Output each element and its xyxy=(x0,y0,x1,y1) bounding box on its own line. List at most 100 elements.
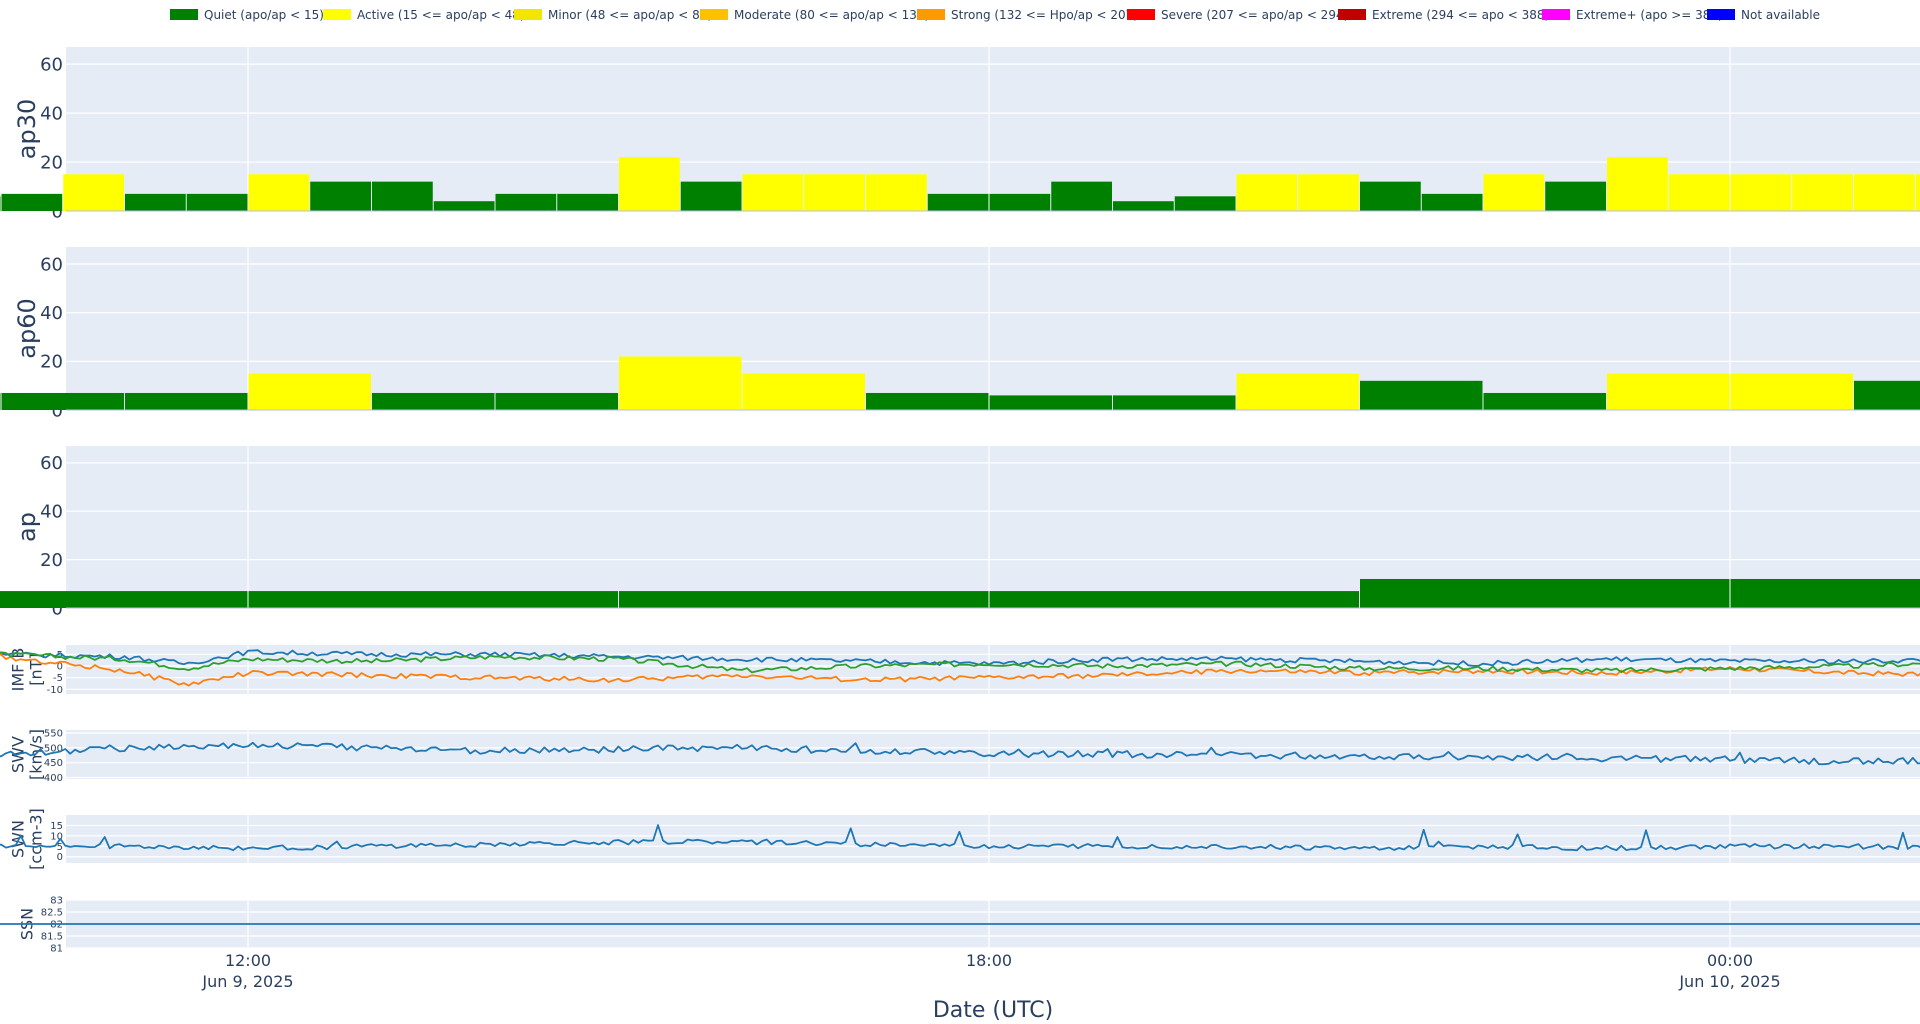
legend-label: Minor (48 <= apo/ap < 80) xyxy=(548,8,712,22)
legend-item[interactable]: Severe (207 <= apo/ap < 294) xyxy=(1127,8,1348,22)
bar xyxy=(1730,578,1920,608)
bar xyxy=(1668,174,1730,211)
bar xyxy=(1113,395,1236,410)
y-tick-label: 40 xyxy=(40,303,63,324)
panel-ap60: 0204060ap60 xyxy=(0,247,1920,421)
bar xyxy=(1545,181,1606,211)
y-tick-label: 82.5 xyxy=(41,908,63,919)
legend-item[interactable]: Not available xyxy=(1707,8,1820,22)
x-tick-label: 18:00 xyxy=(966,951,1012,970)
y-tick-label: -10 xyxy=(47,685,63,696)
y-tick-label: 20 xyxy=(40,550,63,571)
bar xyxy=(1174,196,1236,211)
panel-swn: 051015SWN [ccm-3] xyxy=(0,808,1920,870)
bar xyxy=(866,174,927,211)
bar xyxy=(495,193,557,211)
y-axis-label: [nT] xyxy=(27,653,46,685)
legend-label: Active (15 <= apo/ap < 48) xyxy=(357,8,525,22)
legend-swatch xyxy=(1338,9,1366,20)
bar xyxy=(372,392,495,410)
legend-swatch xyxy=(1542,9,1570,20)
bar xyxy=(1360,380,1483,410)
bar xyxy=(1730,174,1792,211)
y-tick-label: 81 xyxy=(50,944,63,955)
y-tick-label: 400 xyxy=(44,773,63,784)
legend-label: Quiet (apo/ap < 15) xyxy=(204,8,324,22)
bar xyxy=(1730,373,1853,410)
legend: Quiet (apo/ap < 15) Active (15 <= apo/ap … xyxy=(170,8,1820,22)
bar xyxy=(433,201,495,211)
chart-panels: 0204060ap300204060ap600204060ap-10-505IM… xyxy=(0,47,1920,955)
y-tick-label: 82 xyxy=(50,920,63,931)
bar xyxy=(989,193,1051,211)
bar xyxy=(1607,157,1668,211)
x-tick-date: Jun 10, 2025 xyxy=(1678,972,1780,991)
y-axis-label: ap30 xyxy=(13,99,41,159)
bar xyxy=(804,174,865,211)
legend-label: Strong (132 <= Hpo/ap < 207) xyxy=(951,8,1138,22)
bar xyxy=(989,395,1112,410)
bar xyxy=(1113,201,1174,211)
bar xyxy=(742,373,865,410)
bar xyxy=(619,591,989,608)
legend-label: Moderate (80 <= apo/ap < 132) xyxy=(734,8,929,22)
y-tick-label: 40 xyxy=(40,502,63,523)
bar xyxy=(1360,181,1421,211)
legend-item[interactable]: Extreme (294 <= apo < 388) xyxy=(1338,8,1549,22)
panel-ap: 0204060ap xyxy=(0,446,1920,619)
x-tick-label: 12:00 xyxy=(225,951,271,970)
bar xyxy=(248,373,371,410)
bar xyxy=(248,591,618,608)
bar xyxy=(0,392,1,410)
legend-item[interactable]: Quiet (apo/ap < 15) xyxy=(170,8,324,22)
legend-swatch xyxy=(323,9,351,20)
legend-item[interactable]: Strong (132 <= Hpo/ap < 207) xyxy=(917,8,1138,22)
bar xyxy=(63,174,124,211)
bar xyxy=(1607,373,1730,410)
bar xyxy=(0,591,248,608)
panel-ap30: 0204060ap30 xyxy=(0,47,1920,222)
bar xyxy=(927,193,989,211)
bar xyxy=(372,181,433,211)
y-tick-label: 20 xyxy=(40,352,63,373)
y-tick-label: 83 xyxy=(50,896,63,907)
bar xyxy=(495,392,618,410)
bar xyxy=(1298,174,1359,211)
legend-swatch xyxy=(700,9,728,20)
legend-swatch xyxy=(514,9,542,20)
bar xyxy=(619,356,742,410)
bar xyxy=(125,193,186,211)
bar xyxy=(1051,181,1112,211)
y-axis-label: ap60 xyxy=(13,298,41,358)
bar xyxy=(1854,380,1920,410)
x-axis-title: Date (UTC) xyxy=(933,998,1053,1023)
plot-background xyxy=(66,815,1920,863)
y-tick-label: 20 xyxy=(40,152,63,173)
y-tick-label: 60 xyxy=(40,254,63,275)
bar xyxy=(557,193,618,211)
bar xyxy=(1360,578,1730,608)
bar xyxy=(1854,174,1915,211)
x-tick-date: Jun 9, 2025 xyxy=(201,972,293,991)
legend-swatch xyxy=(917,9,945,20)
bar xyxy=(1236,373,1359,410)
panel-swv: 400450500550SWV [km/s] xyxy=(0,728,1920,784)
bar xyxy=(248,174,310,211)
y-axis-label: ap xyxy=(13,512,41,542)
bar xyxy=(1483,174,1545,211)
y-tick-label: 40 xyxy=(40,103,63,124)
legend-item[interactable]: Moderate (80 <= apo/ap < 132) xyxy=(700,8,929,22)
bar xyxy=(310,181,371,211)
y-tick-label: 15 xyxy=(50,821,63,832)
bar xyxy=(619,157,680,211)
y-tick-label: -5 xyxy=(53,673,63,684)
bar xyxy=(1792,174,1853,211)
legend-item[interactable]: Extreme+ (apo >= 388) xyxy=(1542,8,1723,22)
panel-imf: -10-505IMF B [nT] xyxy=(0,645,1920,696)
bar xyxy=(866,392,989,410)
legend-label: Extreme+ (apo >= 388) xyxy=(1576,8,1723,22)
legend-swatch xyxy=(1127,9,1155,20)
y-tick-label: 0 xyxy=(57,852,63,863)
legend-item[interactable]: Active (15 <= apo/ap < 48) xyxy=(323,8,525,22)
legend-item[interactable]: Minor (48 <= apo/ap < 80) xyxy=(514,8,712,22)
